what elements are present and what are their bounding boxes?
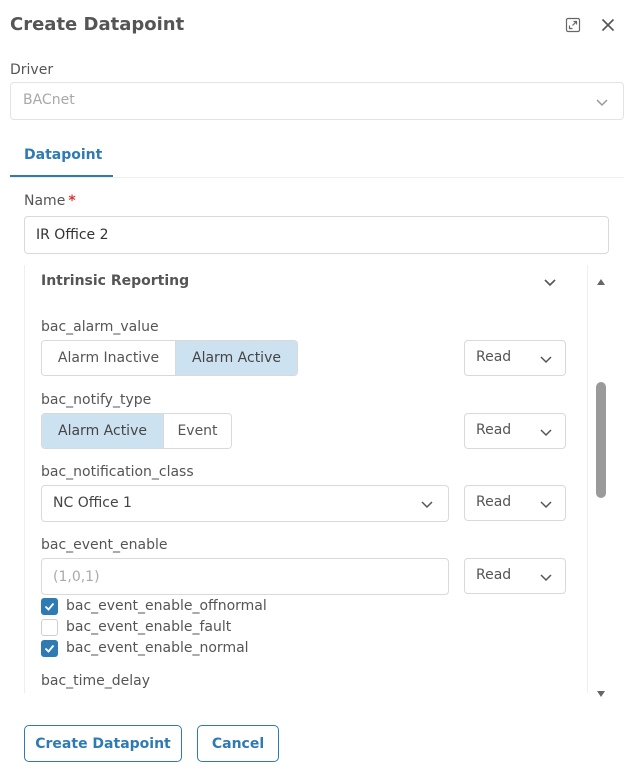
event-enable-label: bac_event_enable [41,537,168,553]
tab-datapoint[interactable]: Datapoint [10,136,113,177]
close-icon[interactable] [597,14,619,36]
alarm-value-access-select[interactable]: Read [464,340,566,376]
chevron-down-icon [595,94,609,113]
scroll-down-icon[interactable] [597,682,605,701]
chevron-down-icon [539,424,553,443]
notification-class-access-select[interactable]: Read [464,485,566,521]
tabs-divider [10,177,624,178]
scroll-up-icon[interactable] [597,270,605,289]
driver-select: BACnet [10,82,624,120]
dialog-title: Create Datapoint [10,14,185,35]
tab-datapoint-label: Datapoint [24,147,103,163]
notification-class-value: NC Office 1 [53,495,132,511]
checkbox-unchecked-icon [41,618,58,636]
notification-class-label: bac_notification_class [41,464,194,480]
panel-scrollbar[interactable] [594,266,608,697]
create-datapoint-button[interactable]: Create Datapoint [24,725,182,762]
chevron-down-icon [539,569,553,588]
create-datapoint-dialog: Create Datapoint Driver BACnet Datapoint… [0,0,628,776]
driver-label: Driver [10,62,54,78]
access-value: Read [476,494,512,510]
name-input[interactable] [24,216,609,254]
access-value: Read [476,567,512,583]
checkbox-label: bac_event_enable_offnormal [66,598,267,614]
scrollbar-thumb[interactable] [596,382,606,498]
cancel-button[interactable]: Cancel [197,725,279,762]
fault-checkbox[interactable]: bac_event_enable_fault [41,617,231,637]
checkbox-checked-icon [41,597,58,615]
required-asterisk: * [68,193,76,209]
chevron-down-icon [539,496,553,515]
expand-icon[interactable] [562,14,584,36]
chevron-down-icon[interactable] [541,273,559,291]
chevron-down-icon [420,496,434,515]
access-value: Read [476,422,512,438]
alarm-value-label: bac_alarm_value [41,319,159,335]
normal-checkbox[interactable]: bac_event_enable_normal [41,638,249,658]
checkbox-label: bac_event_enable_normal [66,640,249,656]
checkbox-checked-icon [41,639,58,657]
driver-value: BACnet [23,92,75,108]
event-enable-input[interactable] [41,558,449,595]
section-title: Intrinsic Reporting [41,273,190,289]
alarm-active-option[interactable]: Alarm Active [42,414,163,448]
offnormal-checkbox[interactable]: bac_event_enable_offnormal [41,596,267,616]
alarm-inactive-option[interactable]: Alarm Inactive [42,341,175,375]
access-value: Read [476,349,512,365]
intrinsic-reporting-panel: Intrinsic Reporting bac_alarm_value Alar… [24,265,588,693]
name-label: Name * [24,193,76,209]
time-delay-label: bac_time_delay [41,673,151,689]
notification-class-select[interactable]: NC Office 1 [41,485,449,522]
event-enable-access-select[interactable]: Read [464,558,566,594]
alarm-active-option[interactable]: Alarm Active [175,341,297,375]
notify-type-label: bac_notify_type [41,392,152,408]
checkbox-label: bac_event_enable_fault [66,619,232,635]
alarm-value-segmented: Alarm Inactive Alarm Active [41,340,298,376]
notify-type-access-select[interactable]: Read [464,413,566,449]
notify-type-segmented: Alarm Active Event [41,413,232,449]
chevron-down-icon [539,351,553,370]
event-option[interactable]: Event [163,414,231,448]
